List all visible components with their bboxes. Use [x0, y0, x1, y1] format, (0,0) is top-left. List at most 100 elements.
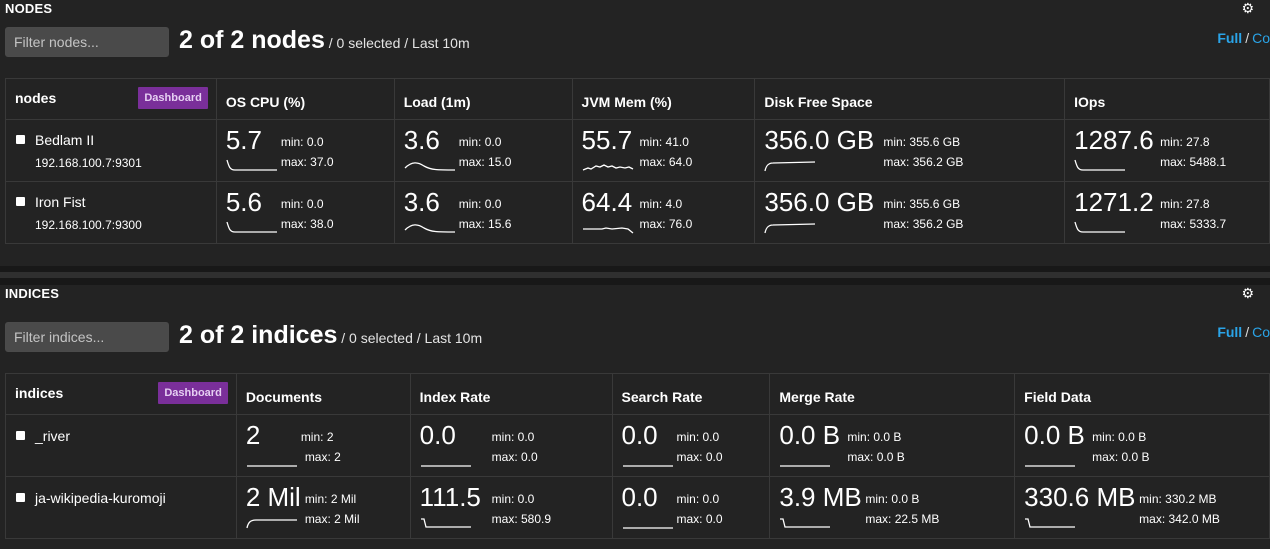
indices-col-header[interactable]: Merge Rate [769, 373, 1016, 415]
metric-max: max: 356.2 GB [883, 155, 964, 169]
metric-min: min: 0.0 [458, 135, 502, 149]
sparkline-path [1074, 159, 1126, 171]
indices-header-name: indices Dashboard [5, 373, 237, 415]
node-name-cell[interactable]: Iron Fist 192.168.100.7:9300 [5, 181, 217, 244]
indices-col-header[interactable]: Field Data [1014, 373, 1270, 415]
sparkline [764, 223, 816, 234]
nodes-filter-input[interactable] [5, 27, 169, 57]
sparkline [246, 465, 297, 467]
metric-max: max: 0.0 [491, 450, 538, 464]
indices-view-compact-link[interactable]: Co [1252, 324, 1270, 340]
metric-cell-content: 1287.6 min: 27.8 max: 5488.1 [1074, 125, 1265, 181]
index-row[interactable]: ja-wikipedia-kuromoji 2 Mil min: 2 Mil max… [5, 476, 1270, 539]
indices-settings-gear-icon[interactable]: ⚙ [1241, 285, 1254, 302]
node-checkbox[interactable] [16, 197, 25, 206]
nodes-col-header[interactable]: Load (1m) [393, 78, 573, 120]
index-metric-cell: 0.0 B min: 0.0 B max: 0.0 B [1014, 414, 1270, 477]
metric-value: 1287.6 [1074, 125, 1154, 155]
metric-value: 0.0 [419, 420, 456, 450]
sparkline [582, 164, 633, 171]
sparkline-path [226, 221, 277, 233]
nodes-col-header[interactable]: IOps [1064, 78, 1270, 120]
nodes-dashboard-button[interactable]: Dashboard [138, 87, 208, 109]
metric-max: max: 76.0 [639, 217, 693, 231]
metric-max: max: 64.0 [639, 155, 693, 169]
index-checkbox[interactable] [16, 431, 25, 440]
metric-max: max: 342.0 MB [1139, 512, 1220, 526]
metric-value: 3.9 MB [779, 482, 862, 512]
col-documents-label: Documents [245, 389, 323, 405]
metric-min: min: 0.0 [676, 430, 720, 444]
node-name: Bedlam II [35, 132, 95, 148]
metric-min: min: 0.0 B [847, 430, 902, 444]
index-metric-cell: 0.0 B min: 0.0 B max: 0.0 B [769, 414, 1016, 477]
indices-col-header[interactable]: Documents [235, 373, 411, 415]
nodes-view-compact-link[interactable]: Co [1252, 30, 1270, 46]
metric-min: min: 0.0 [458, 197, 502, 211]
indices-filter-input[interactable] [5, 322, 169, 352]
col-iops-label: IOps [1074, 94, 1106, 110]
index-name-cell[interactable]: _river [5, 414, 237, 477]
sparkline [420, 465, 471, 467]
nodes-col-header[interactable]: JVM Mem (%) [571, 78, 756, 120]
panel-divider[interactable] [0, 266, 1270, 285]
metric-min: min: 0.0 [491, 430, 535, 444]
metric-max: max: 580.9 [491, 512, 552, 526]
metric-value: 5.6 [225, 187, 262, 217]
metric-cell-content: 356.0 GB min: 355.6 GB max: 356.2 GB [764, 187, 1060, 243]
sparkline [1025, 518, 1076, 528]
node-name-cell[interactable]: Bedlam II 192.168.100.7:9301 [5, 119, 217, 182]
sparkline [582, 227, 633, 234]
metric-value: 2 Mil [245, 482, 301, 512]
indices-view-full-link[interactable]: Full [1217, 324, 1242, 340]
col-load-label: Load (1m) [403, 94, 471, 110]
metric-max: max: 5333.7 [1160, 217, 1227, 231]
nodes-col-header[interactable]: OS CPU (%) [215, 78, 395, 120]
indices-col-header[interactable]: Index Rate [409, 373, 613, 415]
sparkline-path [780, 518, 831, 528]
index-row[interactable]: _river 2 min: 2 max: 2 0.0 min: 0.0 max: 0.0 0… [5, 414, 1270, 477]
sparkline-path [764, 223, 816, 234]
metric-max: max: 38.0 [280, 217, 334, 231]
metric-min: min: 2 [300, 430, 334, 444]
metric-min: min: 4.0 [639, 197, 683, 211]
index-metric-cell: 2 Mil min: 2 Mil max: 2 Mil [235, 476, 411, 539]
metric-cell-content: 0.0 min: 0.0 max: 0.0 [622, 482, 766, 538]
nodes-headline: 2 of 2 nodes / 0 selected / Last 10m [179, 26, 470, 55]
node-metric-cell: 356.0 GB min: 355.6 GB max: 356.2 GB [754, 181, 1066, 244]
metric-value: 0.0 [621, 482, 658, 512]
metric-min: min: 0.0 [280, 135, 324, 149]
col-merge-rate-label: Merge Rate [779, 389, 855, 405]
metric-max: max: 2 [304, 450, 341, 464]
nodes-settings-gear-icon[interactable]: ⚙ [1241, 0, 1254, 17]
metric-cell-content: 3.6 min: 0.0 max: 15.0 [404, 125, 568, 181]
nodes-view-full-link[interactable]: Full [1217, 30, 1242, 46]
metric-value: 1271.2 [1074, 187, 1154, 217]
sparkline-path [764, 161, 816, 172]
node-checkbox[interactable] [16, 135, 25, 144]
metric-value: 0.0 B [779, 420, 841, 450]
index-name: _river [35, 428, 71, 444]
metric-value: 0.0 [621, 420, 658, 450]
index-checkbox[interactable] [16, 493, 25, 502]
metric-cell-content: 2 min: 2 max: 2 [246, 420, 406, 476]
metric-max: max: 356.2 GB [883, 217, 964, 231]
metric-max: max: 0.0 [676, 450, 723, 464]
metric-cell-content: 2 Mil min: 2 Mil max: 2 Mil [246, 482, 406, 538]
node-row[interactable]: Bedlam II 192.168.100.7:9301 5.7 min: 0.0… [5, 119, 1270, 182]
metric-min: min: 2 Mil [304, 492, 357, 506]
indices-dashboard-button[interactable]: Dashboard [158, 382, 228, 404]
nodes-count: 2 of 2 nodes [179, 26, 325, 54]
sparkline [420, 518, 471, 528]
nodes-col-header[interactable]: Disk Free Space [754, 78, 1066, 120]
sparkline-path [404, 162, 455, 171]
nodes-header-label: nodes [15, 90, 57, 106]
indices-count: 2 of 2 indices [179, 321, 338, 349]
metric-min: min: 355.6 GB [883, 135, 961, 149]
index-name-cell[interactable]: ja-wikipedia-kuromoji [5, 476, 237, 539]
node-metric-cell: 1271.2 min: 27.8 max: 5333.7 [1064, 181, 1270, 244]
indices-col-header[interactable]: Search Rate [611, 373, 771, 415]
node-row[interactable]: Iron Fist 192.168.100.7:9300 5.6 min: 0.0… [5, 181, 1270, 244]
metric-cell-content: 64.4 min: 4.0 max: 76.0 [582, 187, 751, 243]
col-search-rate-label: Search Rate [621, 389, 703, 405]
